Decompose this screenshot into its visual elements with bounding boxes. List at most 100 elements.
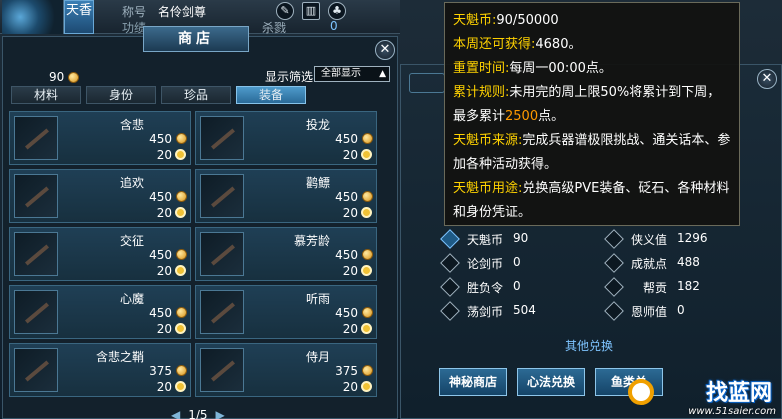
tooltip-line: 本周还可获得:4680。 bbox=[453, 33, 731, 57]
coin-icon bbox=[176, 365, 187, 376]
shop-item[interactable]: 交征 450 20 bbox=[9, 227, 191, 281]
victory-token-icon bbox=[440, 277, 460, 297]
close-icon: ✕ bbox=[379, 42, 391, 57]
info-close-button[interactable]: ✕ bbox=[757, 69, 777, 89]
shop-item[interactable]: 心魔 450 20 bbox=[9, 285, 191, 339]
bars-icon[interactable]: ▥ bbox=[302, 2, 320, 20]
point-coin-icon bbox=[361, 149, 372, 160]
item-points: 20 bbox=[342, 148, 358, 162]
prev-page-icon[interactable]: ◀ bbox=[171, 408, 180, 419]
tooltip-line: 天魁币来源:完成兵器谱极限挑战、通关话本、参加各种活动获得。 bbox=[453, 129, 731, 177]
point-coin-icon bbox=[175, 323, 186, 334]
mystery-shop-button[interactable]: 神秘商店 bbox=[439, 368, 507, 396]
shop-item[interactable]: 侍月 375 20 bbox=[195, 343, 377, 397]
item-price: 450 bbox=[149, 248, 172, 262]
stat-label: 帮贡 bbox=[643, 281, 668, 295]
title-label: 称号 bbox=[122, 5, 147, 19]
page-indicator: 1/5 bbox=[188, 408, 208, 419]
game-ui: 天香 称号 名伶剑尊 ✎ ▥ ♣ 功绩 杀戮 0 商店 ✕ 90 显示筛选 全部… bbox=[0, 0, 782, 419]
item-price: 450 bbox=[335, 248, 358, 262]
tooltip-key: 本周还可获得: bbox=[453, 37, 536, 52]
tab-identity[interactable]: 身份 bbox=[86, 86, 156, 104]
filter-dropdown[interactable]: 全部显示 ▲ bbox=[314, 66, 390, 82]
tooltip-value: 每周一00:00点。 bbox=[509, 61, 612, 76]
shop-item[interactable]: 慕芳龄 450 20 bbox=[195, 227, 377, 281]
item-price: 450 bbox=[335, 306, 358, 320]
tooltip-value: 4680。 bbox=[535, 37, 582, 52]
kill-label: 杀戮 bbox=[262, 21, 287, 35]
pen-icon[interactable]: ✎ bbox=[276, 2, 294, 20]
watermark-url: www.51saier.com bbox=[688, 406, 776, 417]
chivalry-icon bbox=[604, 229, 624, 249]
tooltip-line: 天魁币用途:兑换高级PVE装备、砭石、各种材料和身份凭证。 bbox=[453, 177, 731, 225]
item-price: 450 bbox=[149, 306, 172, 320]
coin-icon bbox=[362, 307, 373, 318]
sheath-icon bbox=[14, 348, 58, 392]
coin-icon bbox=[176, 133, 187, 144]
point-coin-icon bbox=[361, 265, 372, 276]
achievement-icon bbox=[604, 253, 624, 273]
stat-label: 荡剑币 bbox=[467, 305, 504, 319]
other-exchange-link[interactable]: 其他兑换 bbox=[565, 337, 613, 354]
coin-icon bbox=[362, 365, 373, 376]
title-value: 名伶剑尊 bbox=[158, 5, 207, 19]
item-points: 20 bbox=[156, 264, 172, 278]
point-coin-icon bbox=[175, 381, 186, 392]
point-coin-icon bbox=[361, 323, 372, 334]
weapon-icon bbox=[14, 290, 58, 334]
item-name: 含悲 bbox=[119, 118, 144, 132]
stat-value: 1296 bbox=[677, 231, 708, 245]
pager: ◀ 1/5 ▶ bbox=[163, 408, 233, 419]
coin-icon bbox=[362, 249, 373, 260]
tab-materials[interactable]: 材料 bbox=[11, 86, 81, 104]
item-points: 20 bbox=[342, 264, 358, 278]
shop-item[interactable]: 鹳鳔 450 20 bbox=[195, 169, 377, 223]
point-coin-icon bbox=[361, 207, 372, 218]
umbrella-icon bbox=[200, 232, 244, 276]
stat-label: 侠义值 bbox=[631, 233, 668, 247]
item-price: 450 bbox=[149, 132, 172, 146]
coin-balance-value: 90 bbox=[49, 70, 65, 84]
item-price: 450 bbox=[335, 190, 358, 204]
weapon-icon bbox=[200, 290, 244, 334]
emblem-icon[interactable]: ♣ bbox=[328, 2, 346, 20]
next-page-icon[interactable]: ▶ bbox=[216, 408, 225, 419]
coin-icon bbox=[176, 191, 187, 202]
shop-item[interactable]: 含悲之鞘 375 20 bbox=[9, 343, 191, 397]
character-portrait-icon bbox=[200, 174, 244, 218]
stat-label: 胜负令 bbox=[467, 281, 504, 295]
tab-equipment[interactable]: 装备 bbox=[236, 86, 306, 104]
weapon-icon bbox=[14, 232, 58, 276]
tooltip-highlight: 2500 bbox=[505, 109, 539, 124]
point-coin-icon bbox=[175, 207, 186, 218]
shop-close-button[interactable]: ✕ bbox=[375, 40, 395, 60]
coin-icon bbox=[68, 72, 80, 83]
item-name: 侍月 bbox=[305, 350, 330, 364]
sect-badge: 天香 bbox=[64, 0, 94, 34]
point-coin-icon bbox=[175, 265, 186, 276]
shop-item[interactable]: 投龙 450 20 bbox=[195, 111, 377, 165]
stat-value: 90 bbox=[513, 231, 529, 245]
watermark-logo-icon bbox=[628, 379, 654, 405]
weapon-icon bbox=[200, 348, 244, 392]
item-price: 375 bbox=[335, 364, 358, 378]
panel-tab-icon[interactable] bbox=[409, 73, 445, 93]
item-points: 20 bbox=[342, 380, 358, 394]
watermark: 找蓝网 www.51saier.com bbox=[628, 377, 778, 417]
shop-tabs: 材料 身份 珍品 装备 bbox=[11, 86, 395, 104]
weapon-icon bbox=[200, 116, 244, 160]
coin-icon bbox=[176, 249, 187, 260]
shop-item[interactable]: 听雨 450 20 bbox=[195, 285, 377, 339]
tooltip-key: 重置时间: bbox=[453, 61, 510, 76]
tooltip-key: 累计规则: bbox=[453, 85, 510, 100]
tab-treasure[interactable]: 珍品 bbox=[161, 86, 231, 104]
mental-skill-exchange-button[interactable]: 心法兑换 bbox=[517, 368, 585, 396]
shop-item[interactable]: 追欢 450 20 bbox=[9, 169, 191, 223]
character-emblem bbox=[2, 0, 64, 34]
shop-item[interactable]: 含悲 450 20 bbox=[9, 111, 191, 165]
stat-label: 天魁币 bbox=[467, 233, 504, 247]
stat-value: 0 bbox=[677, 303, 685, 317]
mentor-icon bbox=[604, 301, 624, 321]
item-points: 20 bbox=[342, 322, 358, 336]
coin-icon bbox=[362, 191, 373, 202]
